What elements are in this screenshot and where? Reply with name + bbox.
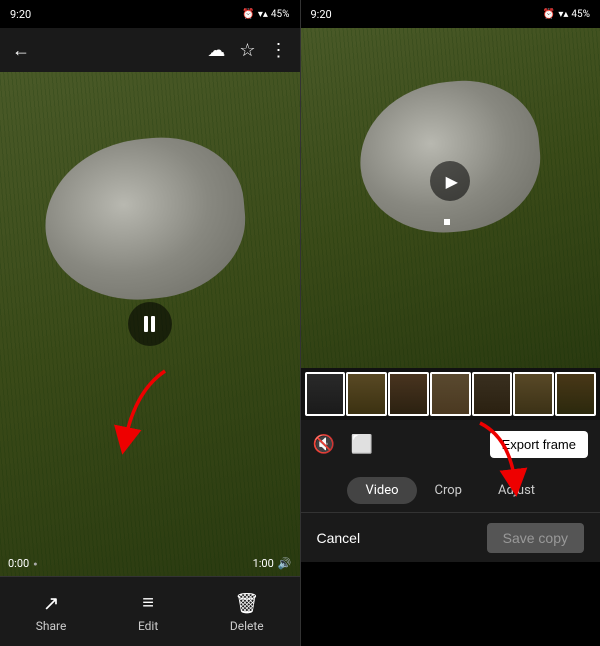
toolbar-icons: 🔇 ⬜ <box>313 434 374 455</box>
red-arrow-left <box>105 361 185 465</box>
more-icon: ⋮ <box>270 40 288 61</box>
right-panel: 9:20 ⏰ ▾▴ 45% ▶ <box>301 0 600 646</box>
strip-border-3 <box>388 372 429 416</box>
play-button-right[interactable]: ▶ <box>430 161 470 201</box>
timecode-end: 1:00 <box>253 557 274 570</box>
wifi-icon: ▾▴ <box>258 9 268 20</box>
edit-action[interactable]: ≡ Edit <box>138 590 158 633</box>
left-bottom-bar: ↗ Share ≡ Edit 🗑 Delete <box>0 576 300 646</box>
right-wifi-icon: ▾▴ <box>558 9 568 20</box>
cancel-button[interactable]: Cancel <box>317 530 361 546</box>
pause-button-left[interactable] <box>128 302 172 346</box>
timecode-start: 0:00 <box>8 557 29 570</box>
delete-action[interactable]: 🗑 Delete <box>230 591 264 633</box>
upload-button[interactable]: ☁ <box>207 40 225 61</box>
strip-border-6 <box>513 372 554 416</box>
tab-video[interactable]: Video <box>347 477 416 504</box>
share-icon: ↗ <box>43 591 60 615</box>
delete-icon: 🗑 <box>234 591 259 615</box>
back-button[interactable]: ← <box>12 40 30 61</box>
strip-frame-5 <box>472 372 513 416</box>
status-time-left: 9:20 <box>10 8 31 21</box>
strip-border-2 <box>346 372 387 416</box>
share-action[interactable]: ↗ Share <box>36 591 67 633</box>
top-bar-actions: ☁ ☆ ⋮ <box>207 40 287 61</box>
strip-frame-6 <box>513 372 554 416</box>
left-video-bottom: 0:00 ● 1:00 🔊 <box>0 557 300 570</box>
left-battery: 45% <box>271 9 290 20</box>
red-arrow-right <box>460 418 540 502</box>
strip-border-5 <box>472 372 513 416</box>
right-time: 9:20 <box>311 8 332 21</box>
right-status-icons: ⏰ ▾▴ 45% <box>543 9 590 20</box>
star-icon: ☆ <box>239 40 255 61</box>
right-alarm-icon: ⏰ <box>543 9 555 20</box>
pause-bar-2 <box>151 316 155 332</box>
left-top-bar: ← ☁ ☆ ⋮ <box>0 28 300 72</box>
pause-icon <box>144 316 155 332</box>
delete-label: Delete <box>230 619 264 633</box>
right-status-bar: 9:20 ⏰ ▾▴ 45% <box>301 0 600 28</box>
indicator-dot <box>444 219 450 225</box>
frame-icon: ⬜ <box>351 434 373 455</box>
video-edit-tabs: Video Crop Adjust <box>301 468 600 512</box>
strip-frame-3 <box>388 372 429 416</box>
strip-frame-4 <box>430 372 471 416</box>
pause-bar-1 <box>144 316 148 332</box>
save-copy-button[interactable]: Save copy <box>487 523 584 553</box>
strip-frame-2 <box>346 372 387 416</box>
right-status-time: 9:20 <box>311 8 332 21</box>
back-icon: ← <box>12 40 30 61</box>
right-bottom-bar: Cancel Save copy <box>301 512 600 562</box>
status-icons-right: ⏰ ▾▴ 45% <box>242 9 289 20</box>
strip-frame-7 <box>555 372 596 416</box>
volume-button[interactable]: 🔇 <box>313 434 335 455</box>
time-start: 0:00 ● <box>8 557 37 570</box>
timeline-strip[interactable] <box>301 368 600 420</box>
left-status-bar: 9:20 ⏰ ▾▴ 45% <box>0 0 300 28</box>
edit-icon: ≡ <box>142 590 154 615</box>
strip-border-7 <box>555 372 596 416</box>
frame-button[interactable]: ⬜ <box>351 434 373 455</box>
upload-icon: ☁ <box>207 40 225 61</box>
right-video-area: ▶ <box>301 28 600 368</box>
right-battery: 45% <box>571 9 590 20</box>
left-video-area: 0:00 ● 1:00 🔊 <box>0 72 300 576</box>
strip-border-4 <box>430 372 471 416</box>
time-end: 1:00 🔊 <box>253 557 292 570</box>
share-label: Share <box>36 619 67 633</box>
play-icon-right: ▶ <box>446 172 458 191</box>
volume-icon-right: 🔇 <box>313 434 335 455</box>
tabs-container: Video Crop Adjust <box>301 468 600 512</box>
volume-icon: 🔊 <box>278 557 292 570</box>
strip-frame-1 <box>305 372 346 416</box>
star-button[interactable]: ☆ <box>239 40 255 61</box>
more-button[interactable]: ⋮ <box>270 40 288 61</box>
left-panel: 9:20 ⏰ ▾▴ 45% ← ☁ ☆ ⋮ <box>0 0 300 646</box>
edit-label: Edit <box>138 619 158 633</box>
left-time: 9:20 <box>10 8 31 21</box>
right-toolbar: 🔇 ⬜ Export frame <box>301 420 600 468</box>
strip-border-1 <box>305 372 346 416</box>
dot-icon: ● <box>33 560 37 568</box>
alarm-icon: ⏰ <box>242 9 254 20</box>
